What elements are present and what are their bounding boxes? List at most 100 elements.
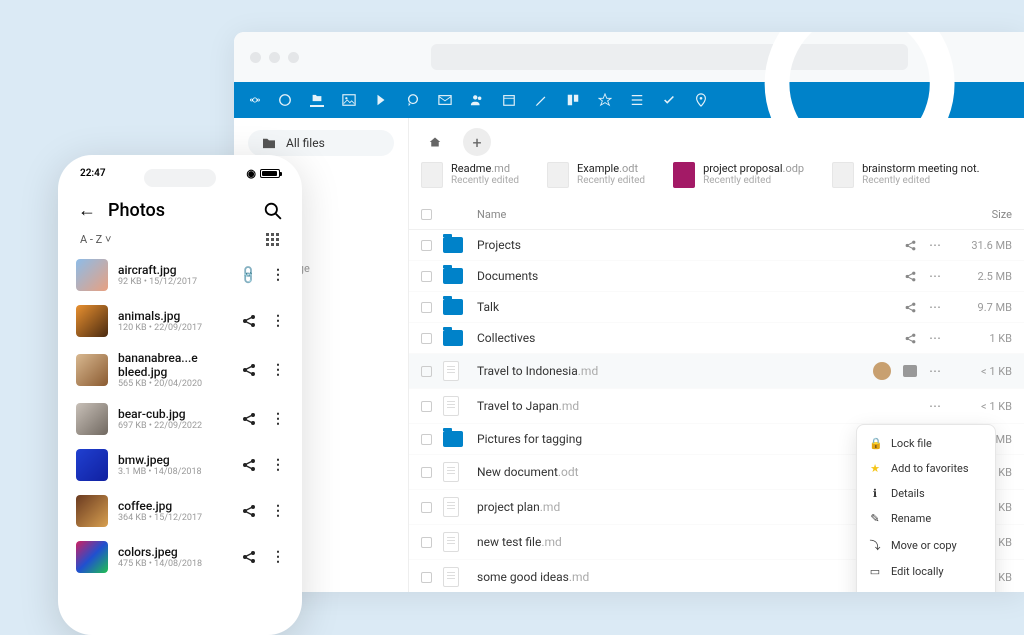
share-icon[interactable] bbox=[904, 332, 917, 345]
more-icon[interactable]: ⋮ bbox=[271, 411, 284, 427]
menu-item-star[interactable]: ★Add to favorites bbox=[857, 456, 995, 481]
share-icon[interactable] bbox=[904, 239, 917, 252]
back-button[interactable]: ← bbox=[78, 200, 96, 221]
menu-item-info[interactable]: ℹDetails bbox=[857, 481, 995, 506]
folder-icon bbox=[443, 268, 463, 284]
list-item[interactable]: colors.jpeg475 KB • 14/08/2018 ⋮ bbox=[70, 534, 290, 580]
row-checkbox[interactable] bbox=[421, 240, 432, 251]
close-dot[interactable] bbox=[250, 52, 261, 63]
row-checkbox[interactable] bbox=[421, 434, 432, 445]
list-item[interactable]: coffee.jpg364 KB • 15/12/2017 ⋮ bbox=[70, 488, 290, 534]
recent-file[interactable]: brainstorm meeting not.Recently edited bbox=[832, 162, 979, 188]
share-icon[interactable] bbox=[241, 457, 257, 473]
share-icon[interactable] bbox=[241, 313, 257, 329]
more-icon[interactable]: ⋯ bbox=[929, 238, 942, 252]
share-icon[interactable] bbox=[904, 270, 917, 283]
tag-icon bbox=[903, 365, 917, 377]
deck-icon[interactable] bbox=[566, 93, 580, 107]
menu-label: Details bbox=[891, 487, 925, 500]
row-checkbox[interactable] bbox=[421, 366, 432, 377]
tasks-icon[interactable] bbox=[662, 93, 676, 107]
share-icon[interactable] bbox=[241, 411, 257, 427]
favorites-nav-icon[interactable] bbox=[598, 93, 612, 107]
min-dot[interactable] bbox=[269, 52, 280, 63]
more-icon[interactable]: ⋮ bbox=[271, 457, 284, 473]
folder-icon bbox=[443, 299, 463, 315]
share-icon[interactable] bbox=[241, 362, 257, 378]
window-controls[interactable] bbox=[250, 52, 299, 63]
link-icon[interactable]: 🔗 bbox=[238, 264, 260, 286]
more-icon[interactable]: ⋯ bbox=[929, 269, 942, 283]
files-icon[interactable] bbox=[310, 93, 324, 107]
search-button[interactable] bbox=[264, 202, 282, 220]
photos-icon[interactable] bbox=[342, 93, 356, 107]
file-icon bbox=[443, 532, 459, 552]
sort-toggle[interactable]: A - Z ˅ bbox=[80, 233, 111, 246]
view-toggle[interactable] bbox=[266, 233, 280, 246]
contacts-icon[interactable] bbox=[470, 93, 484, 107]
dashboard-icon[interactable] bbox=[278, 93, 292, 107]
home-button[interactable] bbox=[421, 128, 449, 156]
table-row[interactable]: Collectives ⋯ 1 KB bbox=[409, 323, 1024, 354]
more-icon[interactable]: ⋮ bbox=[271, 549, 284, 565]
row-checkbox[interactable] bbox=[421, 401, 432, 412]
talk-icon[interactable] bbox=[406, 93, 420, 107]
row-checkbox[interactable] bbox=[421, 271, 432, 282]
list-icon[interactable] bbox=[630, 93, 644, 107]
table-row[interactable]: Travel to Japan.md ⋯ < 1 KB bbox=[409, 389, 1024, 424]
menu-label: Rename bbox=[891, 512, 931, 525]
notes-icon[interactable] bbox=[534, 93, 548, 107]
more-icon[interactable]: ⋮ bbox=[271, 267, 284, 283]
table-row[interactable]: Projects ⋯ 31.6 MB bbox=[409, 230, 1024, 261]
more-icon[interactable]: ⋮ bbox=[271, 313, 284, 329]
menu-item-pencil[interactable]: ✎Rename bbox=[857, 506, 995, 531]
menu-item-lock[interactable]: 🔒Lock file bbox=[857, 431, 995, 456]
more-icon[interactable]: ⋯ bbox=[929, 331, 942, 345]
table-row[interactable]: Talk ⋯ 9.7 MB bbox=[409, 292, 1024, 323]
column-name[interactable]: Name bbox=[477, 208, 852, 221]
photo-thumb bbox=[76, 449, 108, 481]
table-row[interactable]: Documents ⋯ 2.5 MB bbox=[409, 261, 1024, 292]
menu-item-laptop[interactable]: ▭Edit locally bbox=[857, 559, 995, 584]
calendar-icon[interactable] bbox=[502, 93, 516, 107]
menu-item-move[interactable]: ⤵Move or copy bbox=[857, 531, 995, 559]
more-icon[interactable]: ⋮ bbox=[271, 362, 284, 378]
recent-file[interactable]: Readme.mdRecently edited bbox=[421, 162, 519, 188]
table-row[interactable]: Travel to Indonesia.md ⋯ < 1 KB bbox=[409, 354, 1024, 389]
row-checkbox[interactable] bbox=[421, 333, 432, 344]
row-checkbox[interactable] bbox=[421, 502, 432, 513]
row-checkbox[interactable] bbox=[421, 467, 432, 478]
maps-icon[interactable] bbox=[694, 93, 708, 107]
column-size[interactable]: Size bbox=[942, 208, 1012, 221]
mail-icon[interactable] bbox=[438, 93, 452, 107]
photo-thumb bbox=[76, 403, 108, 435]
share-icon[interactable] bbox=[241, 503, 257, 519]
menu-item-download[interactable]: ⬇Download bbox=[857, 584, 995, 592]
more-icon[interactable]: ⋯ bbox=[929, 399, 942, 413]
list-item[interactable]: aircraft.jpg92 KB • 15/12/2017 🔗⋮ bbox=[70, 252, 290, 298]
list-item[interactable]: bear-cub.jpg697 KB • 22/09/2022 ⋮ bbox=[70, 396, 290, 442]
row-checkbox[interactable] bbox=[421, 302, 432, 313]
list-item[interactable]: bmw.jpeg3.1 MB • 14/08/2018 ⋮ bbox=[70, 442, 290, 488]
sidebar-item-all-files[interactable]: All files bbox=[248, 130, 394, 156]
share-icon[interactable] bbox=[241, 549, 257, 565]
new-button[interactable]: + bbox=[463, 128, 491, 156]
select-all-checkbox[interactable] bbox=[421, 209, 432, 220]
max-dot[interactable] bbox=[288, 52, 299, 63]
avatar bbox=[873, 362, 891, 380]
share-icon[interactable] bbox=[904, 301, 917, 314]
activity-icon[interactable] bbox=[374, 93, 388, 107]
recent-file[interactable]: project proposal.odpRecently edited bbox=[673, 162, 804, 188]
nextcloud-logo-icon[interactable] bbox=[250, 92, 260, 108]
more-icon[interactable]: ⋮ bbox=[271, 503, 284, 519]
more-icon[interactable]: ⋯ bbox=[929, 364, 942, 378]
more-icon[interactable]: ⋯ bbox=[929, 300, 942, 314]
file-name: bananabrea...e bleed.jpg bbox=[118, 351, 231, 379]
file-name: bear-cub.jpg bbox=[118, 407, 231, 421]
row-checkbox[interactable] bbox=[421, 572, 432, 583]
row-checkbox[interactable] bbox=[421, 537, 432, 548]
star-icon: ★ bbox=[869, 462, 881, 475]
list-item[interactable]: bananabrea...e bleed.jpg565 KB • 20/04/2… bbox=[70, 344, 290, 396]
recent-file[interactable]: Example.odtRecently edited bbox=[547, 162, 645, 188]
list-item[interactable]: animals.jpg120 KB • 22/09/2017 ⋮ bbox=[70, 298, 290, 344]
